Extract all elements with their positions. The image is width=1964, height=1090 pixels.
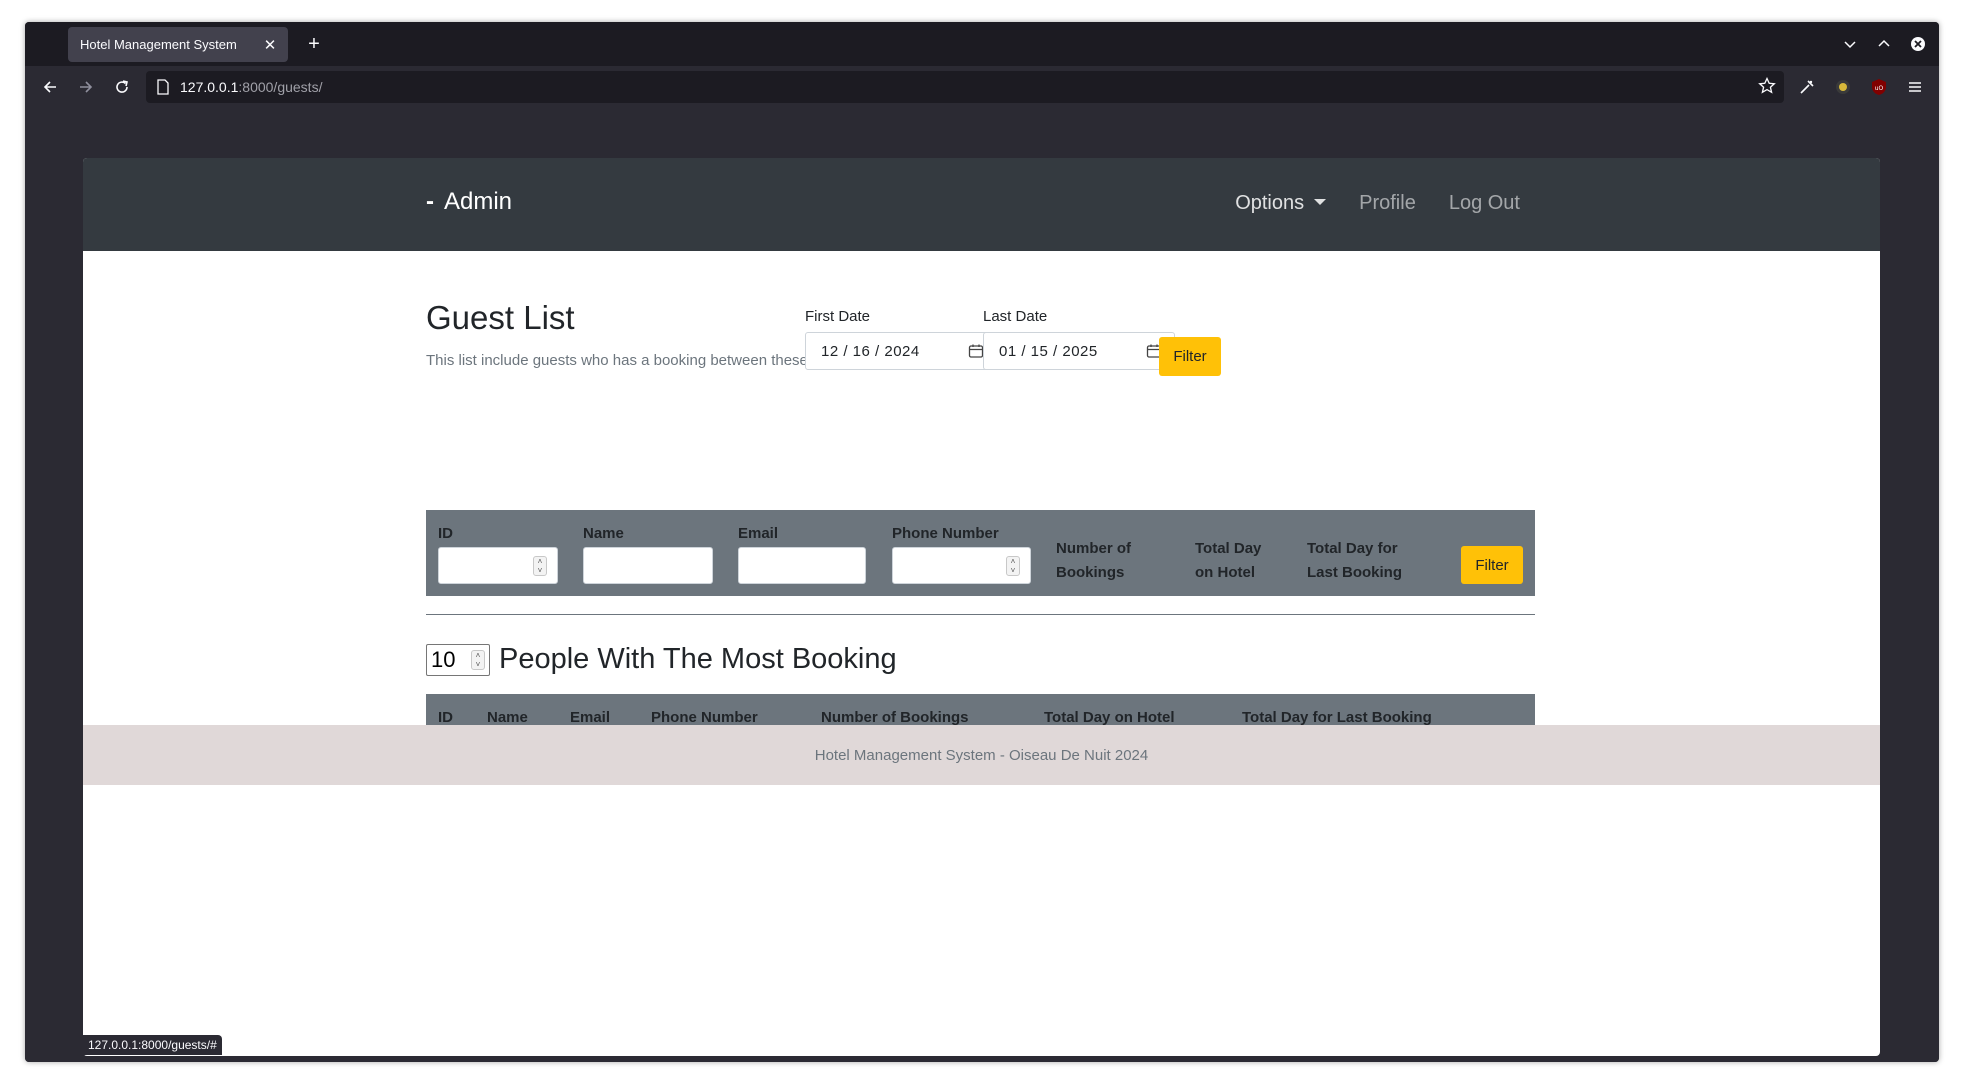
- col-id-label: ID: [438, 525, 453, 542]
- section-divider: [426, 614, 1535, 615]
- col-name-label: Name: [583, 525, 624, 542]
- ublock-icon[interactable]: uO: [1865, 71, 1893, 103]
- tab-title: Hotel Management System: [80, 37, 237, 52]
- top-count-input[interactable]: 10 ˄ ˅: [426, 643, 490, 676]
- th-phone: Phone Number: [651, 709, 758, 726]
- url-bar[interactable]: 127.0.0.1:8000/guests/: [146, 71, 1784, 103]
- brand-dash: -: [426, 188, 434, 215]
- footer-text: Hotel Management System - Oiseau De Nuit…: [814, 746, 1149, 764]
- th-email: Email: [570, 709, 611, 726]
- table-filter-button[interactable]: Filter: [1461, 546, 1523, 584]
- first-date-label: First Date: [805, 308, 871, 325]
- most-booking-title: People With The Most Booking: [499, 643, 897, 675]
- calendar-icon[interactable]: [968, 343, 984, 359]
- most-booking-heading: 10 ˄ ˅ People With The Most Booking: [426, 643, 897, 676]
- filter-table-header: ID ˄ ˅ Name Email Phone Number ˄ ˅ Numbe…: [426, 510, 1535, 596]
- maximize-icon[interactable]: [1871, 31, 1897, 57]
- svg-text:uO: uO: [1875, 85, 1884, 92]
- tab-strip: Hotel Management System ✕ +: [25, 22, 1939, 66]
- spinner-icon[interactable]: ˄ ˅: [533, 556, 547, 576]
- bookmark-star-icon[interactable]: [1758, 76, 1776, 100]
- col-email: Email: [738, 525, 866, 584]
- phone-filter-input[interactable]: ˄ ˅: [892, 547, 1031, 584]
- th-id: ID: [438, 709, 453, 726]
- th-total-day: Total Day on Hotel: [1044, 709, 1175, 726]
- profile-link[interactable]: Profile: [1359, 192, 1416, 215]
- col-email-label: Email: [738, 525, 779, 542]
- new-tab-button[interactable]: +: [300, 30, 328, 58]
- tab-list-icon[interactable]: [1837, 31, 1863, 57]
- window-controls: [1837, 31, 1931, 57]
- date-filter-button[interactable]: Filter: [1159, 337, 1221, 376]
- last-date-input[interactable]: 01 / 15 / 2025: [983, 332, 1175, 370]
- menu-icon[interactable]: [1901, 71, 1929, 103]
- extension-tool-icon[interactable]: [1793, 71, 1821, 103]
- top-count-value: 10: [431, 646, 456, 672]
- page-subtitle: This list include guests who has a booki…: [426, 352, 844, 369]
- page-footer: Hotel Management System - Oiseau De Nuit…: [83, 725, 1880, 785]
- col-last-booking: Total Day for Last Booking: [1307, 537, 1402, 585]
- url-host: 127.0.0.1: [180, 79, 239, 95]
- col-name: Name: [583, 525, 713, 584]
- close-window-icon[interactable]: [1905, 31, 1931, 57]
- caret-down-icon: [1314, 198, 1327, 205]
- th-last-booking: Total Day for Last Booking: [1242, 709, 1432, 726]
- col-bookings-line2: Bookings: [1056, 564, 1125, 581]
- status-bar-url: 127.0.0.1:8000/guests/#: [83, 1035, 222, 1055]
- url-path: :8000/guests/: [238, 79, 323, 95]
- forward-icon[interactable]: [68, 71, 104, 103]
- th-name: Name: [487, 709, 528, 726]
- col-phone-label: Phone Number: [892, 525, 999, 542]
- reload-icon[interactable]: [104, 71, 140, 103]
- toolbar-extensions: uO: [1793, 71, 1929, 103]
- options-dropdown[interactable]: Options: [1235, 192, 1327, 215]
- col-last-booking-line1: Total Day for: [1307, 540, 1398, 557]
- first-date-input[interactable]: 12 / 16 / 2024: [805, 332, 997, 370]
- extension-shield-icon[interactable]: [1829, 71, 1857, 103]
- name-filter-input[interactable]: [583, 547, 713, 584]
- app-navbar: - Admin Options Profile Log Out: [83, 158, 1880, 251]
- browser-toolbar: 127.0.0.1:8000/guests/ uO: [25, 66, 1939, 108]
- email-filter-input[interactable]: [738, 547, 866, 584]
- browser-viewport: - Admin Options Profile Log Out Guest Lis…: [25, 108, 1939, 1062]
- desktop: Hotel Management System ✕ + 127.0.0.1:8…: [0, 0, 1964, 1090]
- page-icon: [157, 79, 169, 95]
- page-title: Guest List: [426, 299, 575, 336]
- last-date-label: Last Date: [983, 308, 1048, 325]
- tab-active[interactable]: Hotel Management System ✕: [68, 27, 288, 62]
- brand-text: Admin: [444, 188, 513, 215]
- last-date-value: 01 / 15 / 2025: [999, 342, 1098, 360]
- app-nav: Options Profile Log Out: [1235, 192, 1520, 215]
- col-total-day-line1: Total Day: [1195, 540, 1262, 557]
- web-page: - Admin Options Profile Log Out Guest Lis…: [83, 158, 1880, 1056]
- brand[interactable]: - Admin: [426, 188, 512, 216]
- first-date-value: 12 / 16 / 2024: [821, 342, 920, 360]
- back-icon[interactable]: [32, 71, 68, 103]
- spinner-icon[interactable]: ˄ ˅: [471, 649, 485, 670]
- first-date-group: First Date 12 / 16 / 2024: [805, 308, 997, 370]
- tab-close-icon[interactable]: ✕: [262, 36, 278, 54]
- col-bookings-line1: Number of: [1056, 540, 1131, 557]
- col-total-day: Total Day on Hotel: [1195, 537, 1261, 585]
- logout-link[interactable]: Log Out: [1449, 192, 1520, 215]
- last-date-group: Last Date 01 / 15 / 2025: [983, 308, 1175, 370]
- col-total-day-line2: on Hotel: [1195, 564, 1255, 581]
- id-filter-input[interactable]: ˄ ˅: [438, 547, 558, 584]
- browser-window: Hotel Management System ✕ + 127.0.0.1:8…: [25, 22, 1939, 1062]
- col-id: ID ˄ ˅: [438, 525, 558, 584]
- col-last-booking-line2: Last Booking: [1307, 564, 1403, 581]
- col-phone: Phone Number ˄ ˅: [892, 525, 1031, 584]
- th-bookings: Number of Bookings: [821, 709, 969, 726]
- options-label: Options: [1235, 192, 1305, 214]
- col-bookings: Number of Bookings: [1056, 537, 1131, 585]
- spinner-icon[interactable]: ˄ ˅: [1006, 556, 1020, 576]
